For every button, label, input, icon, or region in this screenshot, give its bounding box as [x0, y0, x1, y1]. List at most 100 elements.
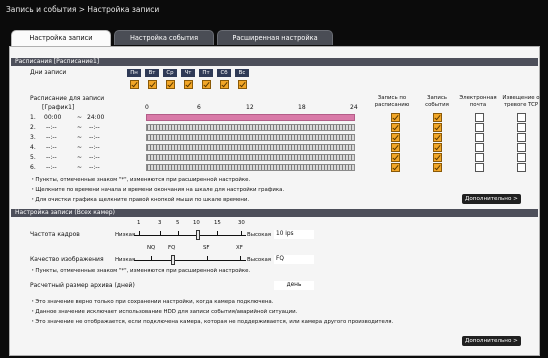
timeline-bar[interactable] — [146, 164, 355, 171]
schedule-note: ・Для очистки графика щелкните правой кно… — [30, 197, 250, 203]
schedule-rec-checkbox[interactable] — [391, 163, 400, 172]
quality-tick-label: SF — [203, 245, 210, 251]
tcp-alarm-checkbox[interactable] — [517, 113, 526, 122]
row-end-time[interactable]: --:-- — [89, 134, 100, 141]
fps-tick-label: 15 — [214, 220, 221, 226]
schedule-rec-checkbox[interactable] — [391, 113, 400, 122]
fps-slider-knob[interactable] — [196, 230, 200, 240]
timeline-bar[interactable] — [146, 124, 355, 131]
fps-tick-label: 30 — [238, 220, 245, 226]
email-checkbox[interactable] — [475, 133, 484, 142]
quality-value: FQ — [274, 255, 314, 264]
fps-slider-track[interactable] — [134, 235, 246, 236]
email-checkbox[interactable] — [475, 123, 484, 132]
row-end-time[interactable]: --:-- — [89, 154, 100, 161]
row-end-time[interactable]: 24:00 — [87, 114, 104, 121]
email-checkbox[interactable] — [475, 163, 484, 172]
email-checkbox[interactable] — [475, 153, 484, 162]
row-number: 5. — [30, 154, 36, 161]
day-header-thu: Чт — [181, 69, 195, 77]
quality-tick-label: XF — [236, 245, 243, 251]
row-tilde: ~ — [77, 114, 83, 121]
tcp-alarm-checkbox[interactable] — [517, 123, 526, 132]
day-checkbox-thu[interactable] — [184, 80, 193, 89]
tcp-alarm-checkbox[interactable] — [517, 133, 526, 142]
event-rec-checkbox[interactable] — [433, 123, 442, 132]
row-tilde: ~ — [77, 164, 83, 171]
schedule-rec-checkbox[interactable] — [391, 153, 400, 162]
schedule-section-header: Расписания [Расписание1] — [11, 58, 538, 66]
timeline-bar[interactable] — [146, 114, 355, 121]
recording-more-button[interactable]: Дополнительно > — [462, 336, 521, 346]
row-tilde: ~ — [77, 154, 83, 161]
row-end-time[interactable]: --:-- — [89, 164, 100, 171]
archive-note: ・Данное значение исключает использование… — [30, 309, 298, 315]
day-checkbox-tue[interactable] — [148, 80, 157, 89]
schedule-rec-checkbox[interactable] — [391, 133, 400, 142]
row-end-time[interactable]: --:-- — [89, 124, 100, 131]
col-header-event-rec: Запись события — [425, 95, 449, 108]
row-number: 4. — [30, 144, 36, 151]
quality-slider-tick — [240, 256, 241, 260]
row-start-time[interactable]: --:-- — [46, 124, 57, 131]
row-tilde: ~ — [77, 144, 83, 151]
timeline-bar[interactable] — [146, 134, 355, 141]
row-start-time[interactable]: --:-- — [46, 134, 57, 141]
tab-recording-settings[interactable]: Настройка записи — [11, 30, 111, 47]
quality-low-label: Низкая — [115, 257, 136, 263]
day-checkbox-sat[interactable] — [220, 80, 229, 89]
fps-high-label: Высокая — [247, 232, 272, 238]
row-start-time[interactable]: --:-- — [46, 154, 57, 161]
day-checkbox-sun[interactable] — [238, 80, 247, 89]
timeline-bar[interactable] — [146, 154, 355, 161]
row-start-time[interactable]: --:-- — [46, 144, 57, 151]
fps-tick-label: 5 — [176, 220, 180, 226]
tcp-alarm-checkbox[interactable] — [517, 153, 526, 162]
row-tilde: ~ — [77, 134, 83, 141]
row-number: 6. — [30, 164, 36, 171]
event-rec-checkbox[interactable] — [433, 133, 442, 142]
event-rec-checkbox[interactable] — [433, 113, 442, 122]
row-end-time[interactable]: --:-- — [89, 144, 100, 151]
fps-value: 10 ips — [274, 230, 314, 239]
event-rec-checkbox[interactable] — [433, 153, 442, 162]
fps-slider-tick — [178, 231, 179, 235]
day-checkbox-wed[interactable] — [166, 80, 175, 89]
row-start-time[interactable]: --:-- — [46, 164, 57, 171]
timeline-tick-label: 12 — [246, 104, 254, 111]
day-checkbox-mon[interactable] — [130, 80, 139, 89]
recording-note: ・Пункты, отмеченные знаком "*", изменяют… — [30, 268, 251, 274]
schedule-more-button[interactable]: Дополнительно > — [462, 194, 521, 204]
timeline-bar[interactable] — [146, 144, 355, 151]
schedule-label: Расписание для записи — [30, 95, 105, 102]
tab-advanced-settings[interactable]: Расширенная настройка — [217, 30, 333, 45]
email-checkbox[interactable] — [475, 113, 484, 122]
row-start-time[interactable]: 00:00 — [44, 114, 61, 121]
fps-tick-label: 10 — [193, 220, 200, 226]
archive-note: ・Это значение не отображается, если подк… — [30, 319, 394, 325]
event-rec-checkbox[interactable] — [433, 143, 442, 152]
archive-label: Расчетный размер архива (дней) — [30, 282, 135, 289]
day-header-wed: Ср — [163, 69, 177, 77]
quality-slider-knob[interactable] — [171, 255, 175, 265]
schedule-rec-checkbox[interactable] — [391, 143, 400, 152]
tcp-alarm-checkbox[interactable] — [517, 163, 526, 172]
quality-slider-track[interactable] — [134, 260, 246, 261]
fps-tick-label: 3 — [158, 220, 162, 226]
tab-event-settings[interactable]: Настройка события — [114, 30, 214, 45]
day-checkbox-fri[interactable] — [202, 80, 211, 89]
fps-slider-tick — [139, 231, 140, 235]
schedule-rec-checkbox[interactable] — [391, 123, 400, 132]
row-number: 2. — [30, 124, 36, 131]
tcp-alarm-checkbox[interactable] — [517, 143, 526, 152]
fps-slider-tick — [217, 231, 218, 235]
days-label: Дни записи — [30, 69, 67, 76]
email-checkbox[interactable] — [475, 143, 484, 152]
archive-value: день — [274, 281, 314, 290]
col-header-schedule-rec: Запись по расписанию — [374, 95, 410, 108]
fps-low-label: Низкая — [115, 232, 136, 238]
fps-slider-tick — [160, 231, 161, 235]
fps-label: Частота кадров — [30, 231, 80, 238]
event-rec-checkbox[interactable] — [433, 163, 442, 172]
day-header-fri: Пт — [199, 69, 213, 77]
